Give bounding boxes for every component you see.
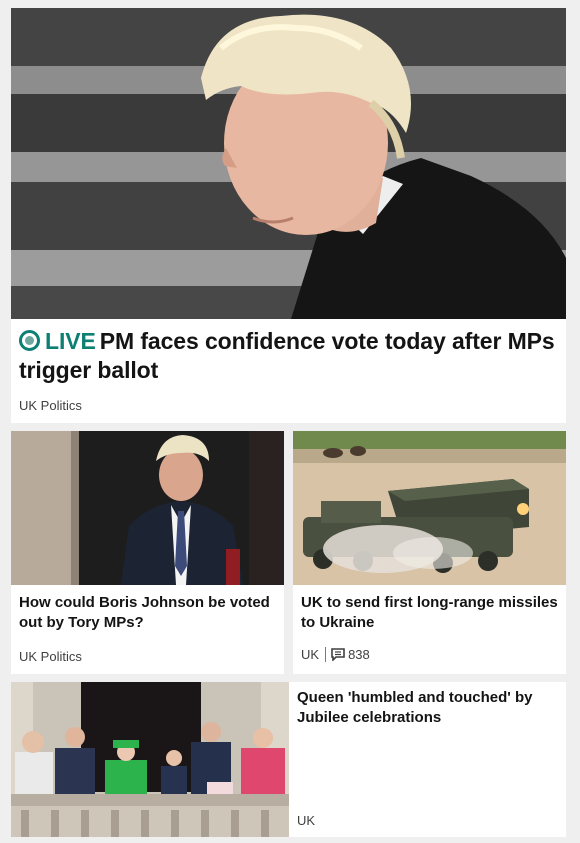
story-card-2[interactable]: UK to send first long-range missiles to … <box>293 431 566 674</box>
story-2-headline[interactable]: UK to send first long-range missiles to … <box>301 593 558 633</box>
story-2-image[interactable] <box>293 431 566 585</box>
live-badge: LIVE <box>19 328 96 354</box>
top-story-card[interactable]: LIVE PM faces confidence vote today after… <box>11 8 566 423</box>
story-3-tag[interactable]: UK <box>297 813 315 828</box>
story-3-image[interactable] <box>11 682 289 837</box>
story-2-comment-count[interactable]: 838 <box>348 647 370 662</box>
story-1-headline[interactable]: How could Boris Johnson be voted out by … <box>19 593 276 633</box>
story-card-1[interactable]: How could Boris Johnson be voted out by … <box>11 431 284 674</box>
story-card-3[interactable]: Queen 'humbled and touched' by Jubilee c… <box>289 682 566 837</box>
top-story-image[interactable] <box>11 8 566 319</box>
live-icon <box>19 330 40 351</box>
story-3-headline[interactable]: Queen 'humbled and touched' by Jubilee c… <box>297 688 558 728</box>
story-3-image-card[interactable] <box>11 682 289 837</box>
top-story-tag[interactable]: UK Politics <box>19 398 82 413</box>
news-feed: LIVE PM faces confidence vote today after… <box>0 0 580 843</box>
top-story-headline[interactable]: LIVE PM faces confidence vote today after… <box>19 327 556 385</box>
story-2-meta: UK 838 <box>301 647 370 664</box>
story-1-image[interactable] <box>11 431 284 585</box>
story-1-tag[interactable]: UK Politics <box>19 649 82 664</box>
top-story-headline-text[interactable]: PM faces confidence vote today after MPs… <box>19 328 555 383</box>
comment-icon <box>331 648 345 664</box>
meta-divider <box>325 647 327 662</box>
story-2-tag[interactable]: UK <box>301 647 319 662</box>
live-label: LIVE <box>45 328 96 354</box>
